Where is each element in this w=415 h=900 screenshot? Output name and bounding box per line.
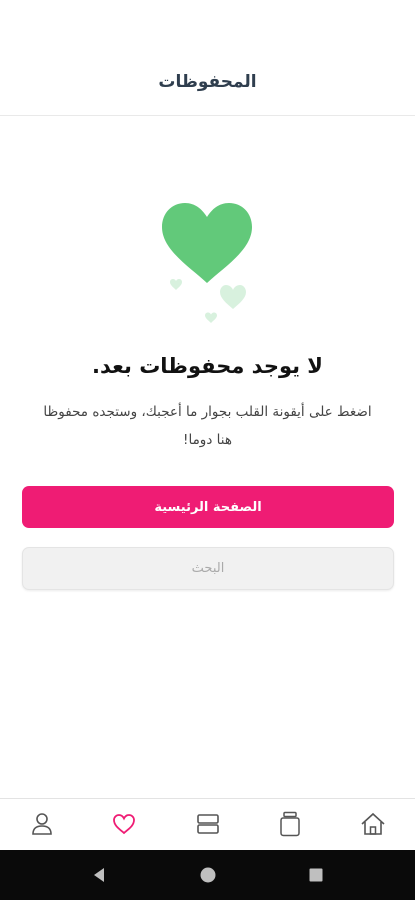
hearts-illustration (162, 203, 252, 323)
heart-icon (113, 814, 135, 835)
page-title: المحفوظات (158, 72, 257, 92)
tab-jar[interactable] (270, 809, 310, 839)
home-page-button-label: الصفحة الرئيسية (154, 499, 262, 515)
top-bar: المحفوظات (0, 0, 415, 116)
recents-square-icon (309, 868, 323, 882)
home-page-button[interactable]: الصفحة الرئيسية (22, 486, 394, 528)
home-nav-button[interactable] (197, 864, 219, 886)
large-heart-icon (162, 203, 252, 283)
tab-favorites[interactable] (104, 809, 144, 839)
tiny-heart-icon (170, 279, 182, 290)
search-button-label: البحث (191, 561, 225, 576)
jar-icon (280, 811, 300, 837)
empty-state-title: لا يوجد محفوظات بعد. (92, 354, 323, 378)
home-icon (361, 812, 385, 835)
recents-button[interactable] (305, 864, 327, 886)
search-button[interactable]: البحث (22, 547, 394, 590)
empty-state-description: اضغط على أيقونة القلب بجوار ما أعجبك، وس… (43, 404, 372, 448)
back-button[interactable] (88, 864, 110, 886)
home-circle-icon (200, 867, 216, 883)
tiny-heart-icon (205, 312, 217, 323)
categories-icon (197, 814, 219, 834)
back-triangle-icon (94, 868, 104, 882)
small-heart-icon (220, 285, 246, 309)
system-navigation-bar (0, 850, 415, 900)
profile-icon (32, 813, 52, 835)
tab-categories[interactable] (188, 809, 228, 839)
bottom-tab-bar (0, 798, 415, 850)
tab-profile[interactable] (22, 809, 62, 839)
tab-home[interactable] (353, 809, 393, 839)
